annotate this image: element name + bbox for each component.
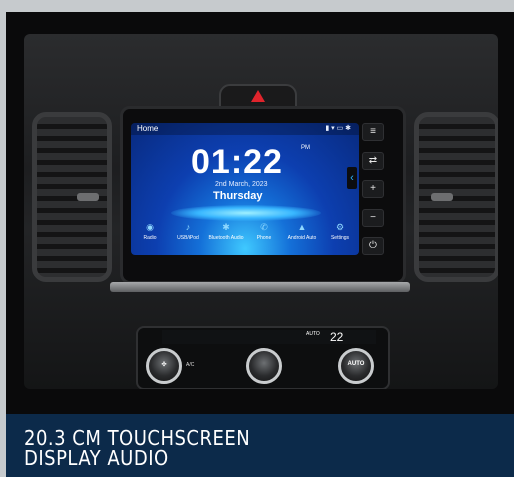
left-air-vent (32, 112, 112, 282)
app-usb: ♪ USB/iPod (172, 221, 204, 241)
clock-day: Thursday (213, 190, 263, 202)
chrome-trim (110, 282, 410, 292)
hardware-buttons: ≡ ⇄ + − ⏻ (361, 123, 385, 255)
fan-icon: ✣ (161, 362, 167, 368)
mode-dial (246, 348, 282, 384)
ac-label: A/C (186, 362, 195, 368)
app-label: Android Auto (287, 235, 317, 241)
fan-dial: ✣ (146, 348, 182, 384)
climate-auto-indicator: AUTO (306, 331, 320, 337)
app-android-auto: ▲ Android Auto (286, 221, 318, 241)
climate-control-panel: AUTO 22 ✣ A/C AUTO (136, 326, 390, 389)
temperature-readout: 22 (330, 330, 344, 344)
status-bar: Home ▮ ▾ ▭ ✱ (131, 123, 359, 135)
app-row: ◉ Radio ♪ USB/iPod ✱ Bluetooth Audio ✆ P… (131, 221, 359, 255)
power-icon: ⏻ (362, 237, 384, 255)
app-phone: ✆ Phone (248, 221, 280, 241)
app-label: Radio (143, 235, 157, 241)
app-label: USB/iPod (177, 235, 199, 241)
app-label: Phone (256, 235, 272, 241)
dashboard: Home ▮ ▾ ▭ ✱ 01:22 PM 2nd March, 2023 Th… (24, 34, 498, 389)
radio-icon: ◉ (146, 222, 154, 232)
clock-time: 01:22 (191, 143, 283, 181)
app-label: Settings (330, 235, 350, 241)
touchscreen: Home ▮ ▾ ▭ ✱ 01:22 PM 2nd March, 2023 Th… (131, 123, 359, 255)
app-label: Bluetooth Audio (208, 235, 244, 241)
clock-suffix: PM (301, 145, 310, 151)
clock-date: 2nd March, 2023 (215, 181, 268, 188)
caption-line-2: DISPLAY AUDIO (24, 446, 169, 470)
app-bluetooth: ✱ Bluetooth Audio (208, 221, 244, 241)
app-settings: ⚙ Settings (324, 221, 356, 241)
infotainment-unit: Home ▮ ▾ ▭ ✱ 01:22 PM 2nd March, 2023 Th… (120, 106, 406, 284)
caption-bar: 20.3 CM TOUCHSCREEN DISPLAY AUDIO (6, 414, 514, 477)
volume-up-icon: + (362, 180, 384, 198)
bluetooth-icon: ✱ (222, 222, 230, 232)
chevron-left-icon: ‹ (347, 167, 357, 189)
climate-display: AUTO 22 (162, 330, 376, 344)
menu-icon: ≡ (362, 123, 384, 141)
home-label: Home (137, 124, 159, 133)
settings-icon: ⚙ (335, 222, 345, 232)
temperature-dial: AUTO (338, 348, 374, 384)
usb-icon: ♪ (185, 222, 191, 232)
feature-card: Home ▮ ▾ ▭ ✱ 01:22 PM 2nd March, 2023 Th… (0, 0, 514, 477)
swap-icon: ⇄ (362, 151, 384, 170)
phone-icon: ✆ (260, 222, 268, 232)
dashboard-photo: Home ▮ ▾ ▭ ✱ 01:22 PM 2nd March, 2023 Th… (6, 12, 514, 414)
right-air-vent (414, 112, 498, 282)
vent-knob (77, 193, 99, 201)
auto-button-label: AUTO (347, 361, 365, 367)
vent-knob (431, 193, 453, 201)
feature-caption: 20.3 CM TOUCHSCREEN DISPLAY AUDIO (24, 428, 494, 468)
android-auto-icon: ▲ (297, 222, 307, 232)
volume-down-icon: − (362, 208, 384, 227)
screen-glow (171, 205, 321, 221)
status-icons: ▮ ▾ ▭ ✱ (325, 125, 351, 132)
app-radio: ◉ Radio (134, 221, 166, 241)
hazard-icon (251, 90, 265, 102)
